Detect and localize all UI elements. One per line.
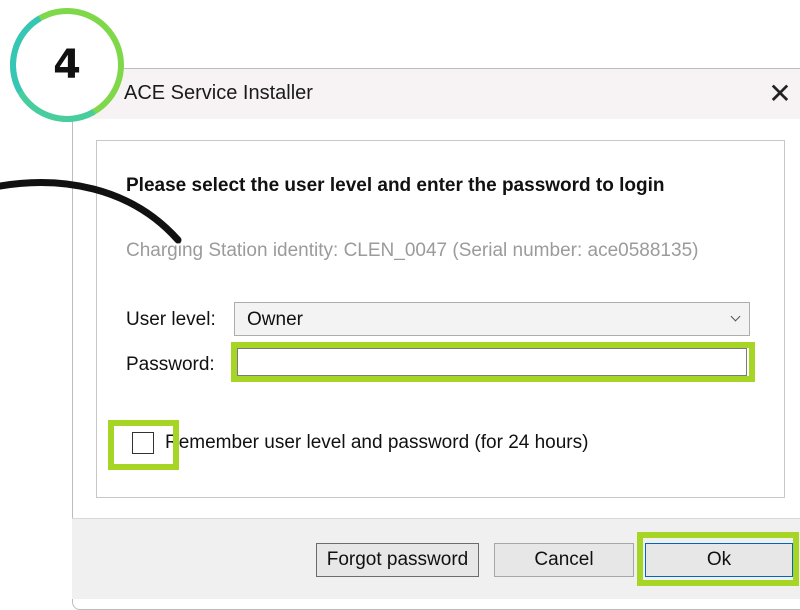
step-number: 4 (53, 42, 81, 88)
